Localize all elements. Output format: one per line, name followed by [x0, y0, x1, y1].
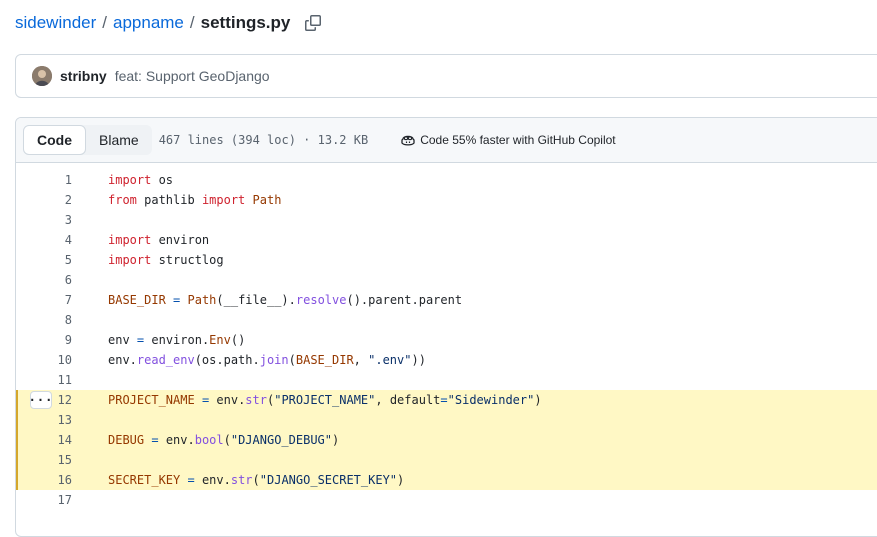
code-text: import os	[108, 173, 174, 187]
code-line: 10 env.read_env(os.path.join(BASE_DIR, ".…	[16, 350, 877, 370]
code-line: 17	[16, 490, 877, 510]
tab-code[interactable]: Code	[23, 125, 86, 155]
avatar-image	[32, 66, 52, 86]
breadcrumb: sidewinder / appname / settings.py	[15, 10, 322, 36]
copilot-icon	[401, 135, 415, 146]
breadcrumb-file-name: settings.py	[200, 13, 291, 32]
line-number[interactable]: 8	[16, 310, 72, 330]
line-number[interactable]: 1	[16, 170, 72, 190]
line-number[interactable]: 3	[16, 210, 72, 230]
line-number[interactable]: 7	[16, 290, 72, 310]
line-number[interactable]: 13	[16, 410, 72, 430]
code-text: BASE_DIR = Path(__file__).resolve().pare…	[108, 293, 463, 307]
code-line-highlighted: 14 DEBUG = env.bool("DJANGO_DEBUG")	[16, 430, 877, 450]
line-number[interactable]: 9	[16, 330, 72, 350]
code-line-highlighted: 15	[16, 450, 877, 470]
latest-commit-box: stribny feat: Support GeoDjango	[15, 54, 877, 98]
code-line: 9 env = environ.Env()	[16, 330, 877, 350]
code-line: 5 import structlog	[16, 250, 877, 270]
copilot-label: Code 55% faster with GitHub Copilot	[420, 133, 616, 147]
code-text: env.read_env(os.path.join(BASE_DIR, ".en…	[108, 353, 426, 367]
line-number[interactable]: 16	[16, 470, 72, 490]
view-mode-toggle: Code Blame	[23, 125, 152, 155]
line-number[interactable]: 15	[16, 450, 72, 470]
line-number[interactable]: 17	[16, 490, 72, 510]
code-line: 1 import os	[16, 170, 877, 190]
line-number[interactable]: 12	[16, 390, 72, 410]
code-line-highlighted: 13	[16, 410, 877, 430]
code-line: 2 from pathlib import Path	[16, 190, 877, 210]
line-number[interactable]: 10	[16, 350, 72, 370]
code-text: SECRET_KEY = env.str("DJANGO_SECRET_KEY"…	[108, 473, 405, 487]
code-line: 8	[16, 310, 877, 330]
avatar[interactable]	[32, 66, 52, 86]
code-line: 6	[16, 270, 877, 290]
breadcrumb-repo-link[interactable]: sidewinder	[15, 13, 96, 33]
code-line: 3	[16, 210, 877, 230]
code-view: 1 import os 2 from pathlib import Path 3 4…	[16, 163, 877, 510]
code-line: 11	[16, 370, 877, 390]
line-number[interactable]: 14	[16, 430, 72, 450]
tab-blame[interactable]: Blame	[86, 125, 152, 155]
file-viewer: Code Blame 467 lines (394 loc) · 13.2 KB…	[15, 117, 877, 537]
breadcrumb-folder-link[interactable]: appname	[113, 13, 184, 33]
file-header: Code Blame 467 lines (394 loc) · 13.2 KB…	[16, 118, 877, 163]
line-number[interactable]: 11	[16, 370, 72, 390]
code-text: import environ	[108, 233, 210, 247]
code-text: env = environ.Env()	[108, 333, 246, 347]
code-line-highlighted: ··· 12 PROJECT_NAME = env.str("PROJECT_NAM…	[16, 390, 877, 410]
breadcrumb-separator: /	[102, 13, 107, 32]
line-number[interactable]: 6	[16, 270, 72, 290]
line-number[interactable]: 5	[16, 250, 72, 270]
code-line: 7 BASE_DIR = Path(__file__).resolve().par…	[16, 290, 877, 310]
code-line-highlighted: 16 SECRET_KEY = env.str("DJANGO_SECRET_KE…	[16, 470, 877, 490]
line-number[interactable]: 4	[16, 230, 72, 250]
line-number[interactable]: 2	[16, 190, 72, 210]
file-info: 467 lines (394 loc) · 13.2 KB	[158, 133, 369, 147]
code-text: from pathlib import Path	[108, 193, 282, 207]
commit-message[interactable]: feat: Support GeoDjango	[115, 68, 270, 84]
copy-icon	[305, 15, 322, 31]
copy-path-button[interactable]	[304, 14, 322, 32]
code-line: 4 import environ	[16, 230, 877, 250]
commit-author[interactable]: stribny	[60, 68, 107, 84]
code-text: PROJECT_NAME = env.str("PROJECT_NAME", d…	[108, 393, 542, 407]
breadcrumb-separator: /	[189, 13, 195, 32]
copilot-link[interactable]: Code 55% faster with GitHub Copilot	[400, 132, 616, 148]
code-text: DEBUG = env.bool("DJANGO_DEBUG")	[108, 433, 340, 447]
code-text: import structlog	[108, 253, 224, 267]
